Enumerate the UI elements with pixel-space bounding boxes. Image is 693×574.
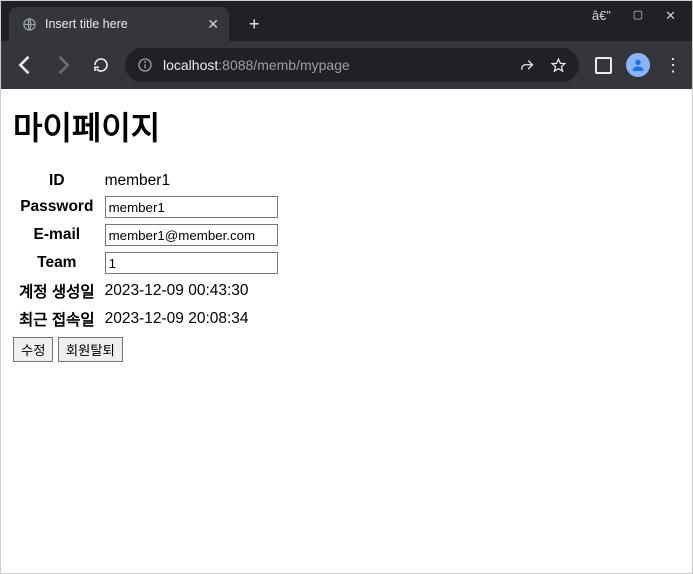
page-content: 마이페이지 ID member1 Password E-mail Team 계정… <box>1 89 692 573</box>
url-text: localhost:8088/memb/mypage <box>163 57 509 73</box>
label-id: ID <box>13 169 101 193</box>
row-email: E-mail <box>13 221 282 249</box>
tab-title: Insert title here <box>45 17 199 31</box>
value-created: 2023-12-09 00:43:30 <box>101 277 282 305</box>
browser-tab[interactable]: Insert title here ✕ <box>9 7 229 41</box>
password-field[interactable] <box>105 196 278 218</box>
browser-window: Insert title here ✕ + â€” ▢ ✕ localhost:… <box>0 0 693 574</box>
close-tab-icon[interactable]: ✕ <box>207 17 219 31</box>
kebab-menu-icon[interactable]: ⋮ <box>664 55 682 76</box>
maximize-icon[interactable]: ▢ <box>633 10 643 21</box>
extensions-icon[interactable] <box>595 57 612 74</box>
mypage-form-table: ID member1 Password E-mail Team 계정 생성일 2… <box>13 169 282 333</box>
titlebar: Insert title here ✕ + â€” ▢ ✕ <box>1 1 692 41</box>
row-password: Password <box>13 193 282 221</box>
bookmark-star-icon[interactable] <box>550 57 567 74</box>
label-lastlogin: 최근 접속일 <box>13 305 101 333</box>
edit-button[interactable]: 수정 <box>13 337 53 362</box>
email-field[interactable] <box>105 224 278 246</box>
globe-icon <box>21 16 37 32</box>
profile-avatar-icon[interactable] <box>626 53 650 77</box>
row-lastlogin: 최근 접속일 2023-12-09 20:08:34 <box>13 305 282 333</box>
tab-strip: Insert title here ✕ + <box>1 1 270 41</box>
row-id: ID member1 <box>13 169 282 193</box>
value-id: member1 <box>101 169 282 193</box>
reload-button[interactable] <box>87 51 115 79</box>
addrbar-actions <box>519 57 567 74</box>
row-team: Team <box>13 249 282 277</box>
back-button[interactable] <box>11 51 39 79</box>
label-created: 계정 생성일 <box>13 277 101 305</box>
page-title: 마이페이지 <box>13 103 680 149</box>
button-row: 수정 회원탈퇴 <box>13 337 680 362</box>
minimize-icon[interactable]: â€” <box>592 9 611 22</box>
toolbar: localhost:8088/memb/mypage ⋮ <box>1 41 692 89</box>
site-info-icon[interactable] <box>137 57 153 73</box>
team-field[interactable] <box>105 252 278 274</box>
window-controls: â€” ▢ ✕ <box>576 1 692 22</box>
toolbar-right: ⋮ <box>589 53 682 77</box>
label-email: E-mail <box>13 221 101 249</box>
forward-button[interactable] <box>49 51 77 79</box>
withdraw-button[interactable]: 회원탈퇴 <box>58 337 123 362</box>
address-bar[interactable]: localhost:8088/memb/mypage <box>125 48 579 82</box>
close-window-icon[interactable]: ✕ <box>665 9 676 22</box>
share-icon[interactable] <box>519 57 536 74</box>
value-lastlogin: 2023-12-09 20:08:34 <box>101 305 282 333</box>
new-tab-button[interactable]: + <box>239 8 270 41</box>
label-password: Password <box>13 193 101 221</box>
row-created: 계정 생성일 2023-12-09 00:43:30 <box>13 277 282 305</box>
label-team: Team <box>13 249 101 277</box>
